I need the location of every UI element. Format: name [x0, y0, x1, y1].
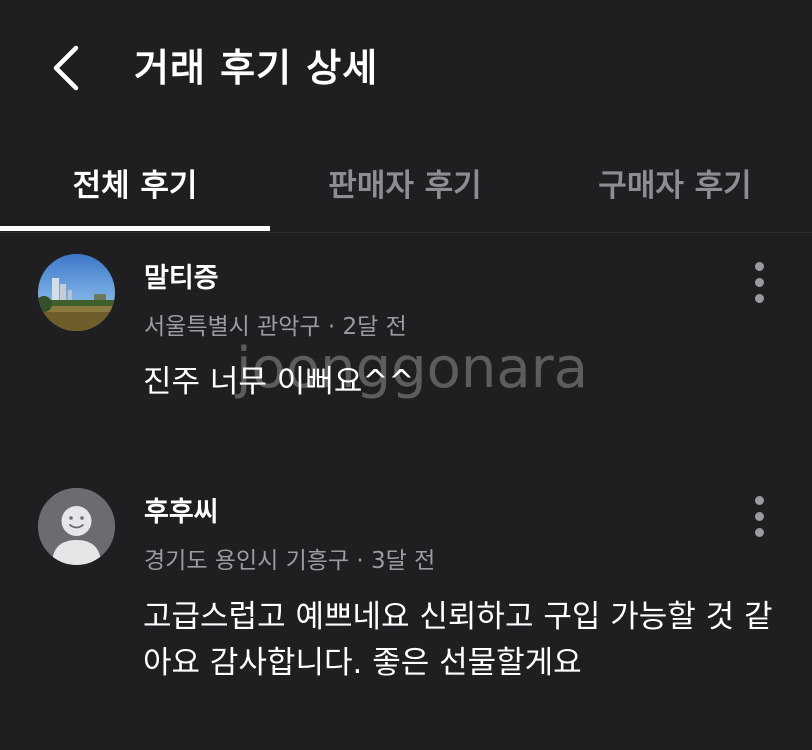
avatar[interactable]: [38, 254, 115, 331]
reviewer-nickname[interactable]: 후후씨: [144, 496, 219, 530]
review-item: 말티증 서울특별시 관악구 · 2달 전 진주 너무 이뻐요^^: [0, 252, 812, 432]
chevron-left-icon: [53, 45, 79, 91]
more-vertical-icon: [754, 496, 764, 505]
default-user-icon: [38, 488, 115, 565]
more-vertical-icon: [754, 262, 764, 271]
avatar[interactable]: [38, 488, 115, 565]
review-content: 진주 너무 이뻐요^^: [143, 364, 415, 400]
more-options-button[interactable]: [746, 496, 772, 548]
more-options-button[interactable]: [746, 262, 772, 314]
landscape-photo-avatar: [38, 254, 115, 331]
tab-all-reviews[interactable]: 전체 후기: [0, 160, 270, 212]
tab-buyer-reviews[interactable]: 구매자 후기: [540, 160, 810, 212]
active-tab-indicator: [0, 226, 270, 231]
page-title: 거래 후기 상세: [134, 46, 379, 90]
review-tabs: 전체 후기 판매자 후기 구매자 후기: [0, 140, 812, 233]
reviewer-nickname[interactable]: 말티증: [144, 262, 219, 296]
tab-seller-reviews[interactable]: 판매자 후기: [270, 160, 540, 212]
app-header: 거래 후기 상세: [0, 0, 812, 140]
back-button[interactable]: [40, 40, 96, 96]
review-item: 후후씨 경기도 용인시 기흥구 · 3달 전 고급스럽고 예쁘네요 신뢰하고 구…: [0, 486, 812, 706]
review-content: 고급스럽고 예쁘네요 신뢰하고 구입 가능할 것 같아요 감사합니다. 좋은 선…: [143, 599, 773, 681]
review-meta: 경기도 용인시 기흥구 · 3달 전: [144, 548, 436, 574]
review-meta: 서울특별시 관악구 · 2달 전: [144, 314, 407, 340]
